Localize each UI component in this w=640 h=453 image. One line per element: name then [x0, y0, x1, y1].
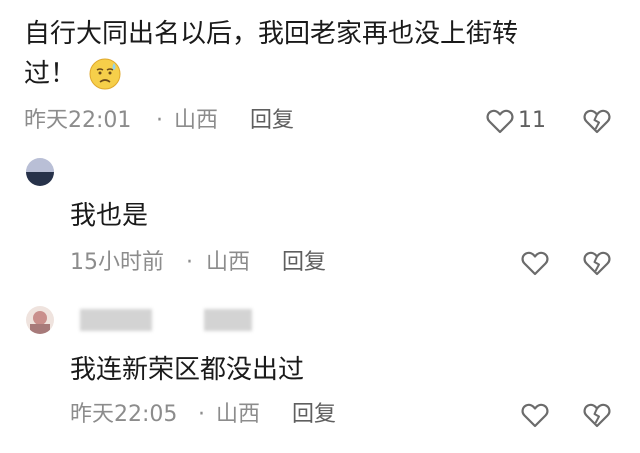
comment-1-separator: · [156, 108, 163, 133]
comment-2-reply-button[interactable]: 回复 [282, 248, 326, 278]
comment-1-text-line2: 过！ [24, 59, 77, 89]
heart-outline-icon[interactable] [521, 250, 549, 276]
comment-1-reply-button[interactable]: 回复 [250, 106, 294, 136]
comment-1-like-count: 11 [518, 108, 546, 133]
comment-2-location: 山西 [206, 250, 251, 275]
comment-3-location: 山西 [216, 402, 261, 427]
comment-3-time: 昨天22:05 [70, 402, 178, 427]
sweating-face-emoji-icon [88, 57, 122, 91]
broken-heart-icon[interactable] [583, 402, 611, 428]
comment-3-reply-button[interactable]: 回复 [292, 400, 336, 430]
comment-3-separator: · [198, 402, 205, 427]
avatar[interactable] [26, 306, 54, 334]
broken-heart-icon[interactable] [583, 108, 611, 134]
username-redacted [80, 309, 152, 331]
avatar[interactable] [26, 158, 54, 186]
comment-1-location: 山西 [174, 108, 219, 133]
comment-1-time: 昨天22:01 [24, 108, 132, 133]
comment-2-text: 我也是 [70, 201, 149, 231]
heart-outline-icon[interactable] [521, 402, 549, 428]
comment-1-text-line1: 自行大同出名以后，我回老家再也没上街转 [24, 19, 519, 49]
reply-target-redacted [204, 309, 252, 331]
heart-outline-icon[interactable] [486, 108, 514, 134]
broken-heart-icon[interactable] [583, 250, 611, 276]
comment-2-separator: · [186, 250, 193, 275]
comment-2-time: 15小时前 [70, 250, 164, 275]
comment-3-text: 我连新荣区都没出过 [70, 355, 305, 385]
